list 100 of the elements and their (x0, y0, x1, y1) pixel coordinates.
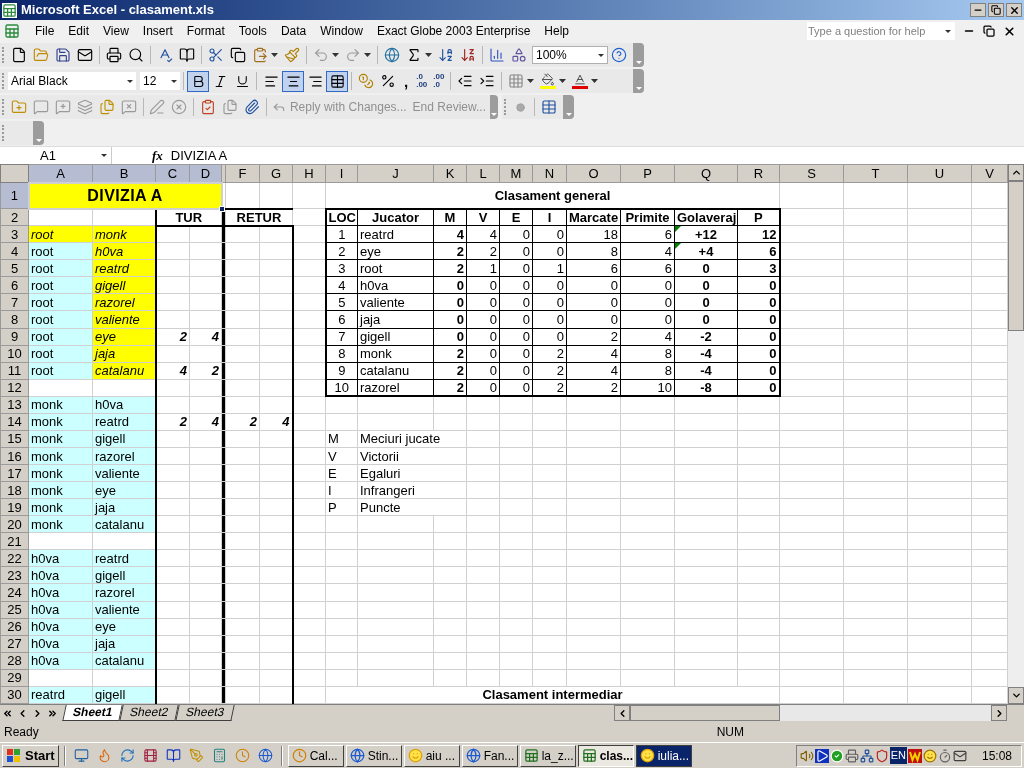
column-header[interactable]: A (28, 164, 93, 183)
shield-icon[interactable] (874, 748, 889, 763)
column-header[interactable]: V (971, 164, 1008, 183)
column-header[interactable]: I (325, 164, 358, 183)
toolbar-options-button[interactable] (563, 95, 574, 119)
envelope-icon[interactable] (77, 47, 93, 63)
column-header[interactable]: T (843, 164, 908, 183)
insert-function-button[interactable]: fx (152, 145, 163, 166)
column-header[interactable]: Q (674, 164, 738, 183)
dropdown-caret-icon[interactable] (332, 53, 339, 57)
decrease-indent-icon[interactable] (457, 73, 474, 89)
taskbar-button[interactable]: Stin... (345, 744, 402, 767)
column-header[interactable]: B (92, 164, 156, 183)
timer-icon[interactable] (937, 748, 952, 763)
calculator-icon[interactable] (211, 748, 227, 763)
menu-item[interactable]: Edit (61, 22, 97, 40)
restore-button[interactable] (988, 3, 1004, 17)
coins-icon[interactable] (358, 73, 374, 89)
close-workbook-icon[interactable] (1003, 24, 1016, 38)
bold-button[interactable] (187, 70, 209, 92)
sync-icon[interactable] (119, 748, 135, 763)
taskbar-button[interactable]: Cal... (287, 744, 344, 767)
font-size-dropdown[interactable]: 12 (140, 72, 180, 90)
scrollbar-thumb[interactable] (1008, 181, 1024, 331)
new-document-icon[interactable] (11, 47, 27, 63)
row-header[interactable]: 1 (0, 182, 29, 209)
column-header[interactable]: L (466, 164, 500, 183)
menu-item[interactable]: Format (179, 22, 232, 40)
scissors-icon[interactable] (208, 47, 224, 63)
clipboard-check-icon[interactable] (200, 99, 217, 115)
zoom-dropdown[interactable]: 100% (532, 46, 608, 64)
speaker-icon[interactable] (799, 748, 814, 763)
language-indicator[interactable]: EN (889, 747, 907, 764)
formula-field[interactable]: DIVIZIA A (170, 145, 228, 166)
sheet-tab[interactable]: Sheet1 (62, 705, 124, 721)
column-header[interactable]: K (433, 164, 467, 183)
toolbar-options-button[interactable] (490, 95, 498, 119)
taskbar-button[interactable]: iulia... (635, 744, 692, 767)
sort-ascending-icon[interactable] (438, 47, 454, 63)
percent-icon[interactable] (380, 73, 396, 89)
workbook-icon[interactable] (4, 23, 20, 39)
toolbar-options-button[interactable] (633, 43, 644, 67)
spell-check-icon[interactable] (157, 47, 173, 63)
increase-decimal-button[interactable]: .0 .00 (413, 73, 431, 89)
align-center-button[interactable] (282, 70, 304, 92)
increase-indent-icon[interactable] (479, 73, 496, 89)
menu-item[interactable]: Exact Globe 2003 Enterprise (369, 22, 538, 40)
globe-icon[interactable] (384, 47, 400, 63)
dropdown-caret-icon[interactable] (591, 79, 599, 83)
select-all-corner[interactable] (0, 164, 29, 183)
restore-workbook-icon[interactable] (983, 25, 995, 37)
printer-icon[interactable] (106, 47, 122, 63)
menu-item[interactable]: File (28, 22, 62, 40)
font-color-icon[interactable] (572, 73, 589, 89)
toolbar-options-button[interactable] (33, 121, 44, 145)
menu-item[interactable]: Help (537, 22, 577, 40)
toolbar-options-button[interactable] (633, 69, 644, 93)
dropdown-caret-icon[interactable] (559, 79, 567, 83)
menu-item[interactable]: Tools (231, 22, 274, 40)
start-button[interactable]: Start (2, 744, 59, 767)
help-icon[interactable] (611, 47, 627, 63)
help-search-field[interactable]: Type a question for help (807, 22, 955, 40)
horizontal-scrollbar-thumb[interactable] (630, 705, 780, 721)
chart-icon[interactable] (489, 47, 505, 63)
network-icon[interactable] (859, 748, 874, 763)
smiley-icon[interactable] (922, 748, 937, 763)
taskbar-button[interactable]: la_z... (519, 744, 576, 767)
column-header[interactable]: P (620, 164, 675, 183)
desktop-icon[interactable] (73, 748, 89, 763)
app-tray-icon[interactable] (907, 748, 922, 763)
sheet-tab[interactable]: Sheet2 (119, 705, 180, 721)
column-header[interactable]: D (189, 164, 222, 183)
menu-item[interactable]: Insert (135, 22, 180, 40)
column-header[interactable]: F (225, 164, 260, 183)
sheet-tab[interactable]: Sheet3 (175, 705, 236, 721)
comma-style-button[interactable]: , (399, 73, 414, 89)
magnifier-icon[interactable] (128, 47, 144, 63)
clipboard-icon[interactable] (252, 47, 268, 63)
fill-handle[interactable] (218, 205, 225, 212)
minimize-button[interactable] (970, 3, 986, 17)
column-header[interactable]: R (737, 164, 780, 183)
book-icon[interactable] (179, 47, 195, 63)
column-header[interactable]: O (566, 164, 621, 183)
paperclip-icon[interactable] (244, 99, 261, 115)
copy-icon[interactable] (230, 47, 246, 63)
close-button[interactable] (1006, 3, 1022, 17)
sort-descending-icon[interactable] (460, 47, 476, 63)
menu-item[interactable]: Data (273, 22, 314, 40)
menu-item[interactable]: View (96, 22, 136, 40)
scroll-left-button[interactable] (614, 705, 630, 721)
taskbar-button[interactable]: clas... (577, 744, 634, 767)
dropdown-caret-icon[interactable] (425, 53, 432, 57)
fill-color-icon[interactable] (540, 73, 557, 89)
shapes-icon[interactable] (511, 47, 527, 63)
save-icon[interactable] (55, 47, 71, 63)
column-header[interactable]: H (292, 164, 326, 183)
dropdown-caret-icon[interactable] (364, 53, 371, 57)
table-icon[interactable] (541, 99, 557, 115)
merge-cells-button[interactable] (326, 70, 348, 92)
envelope-icon[interactable] (952, 748, 967, 763)
